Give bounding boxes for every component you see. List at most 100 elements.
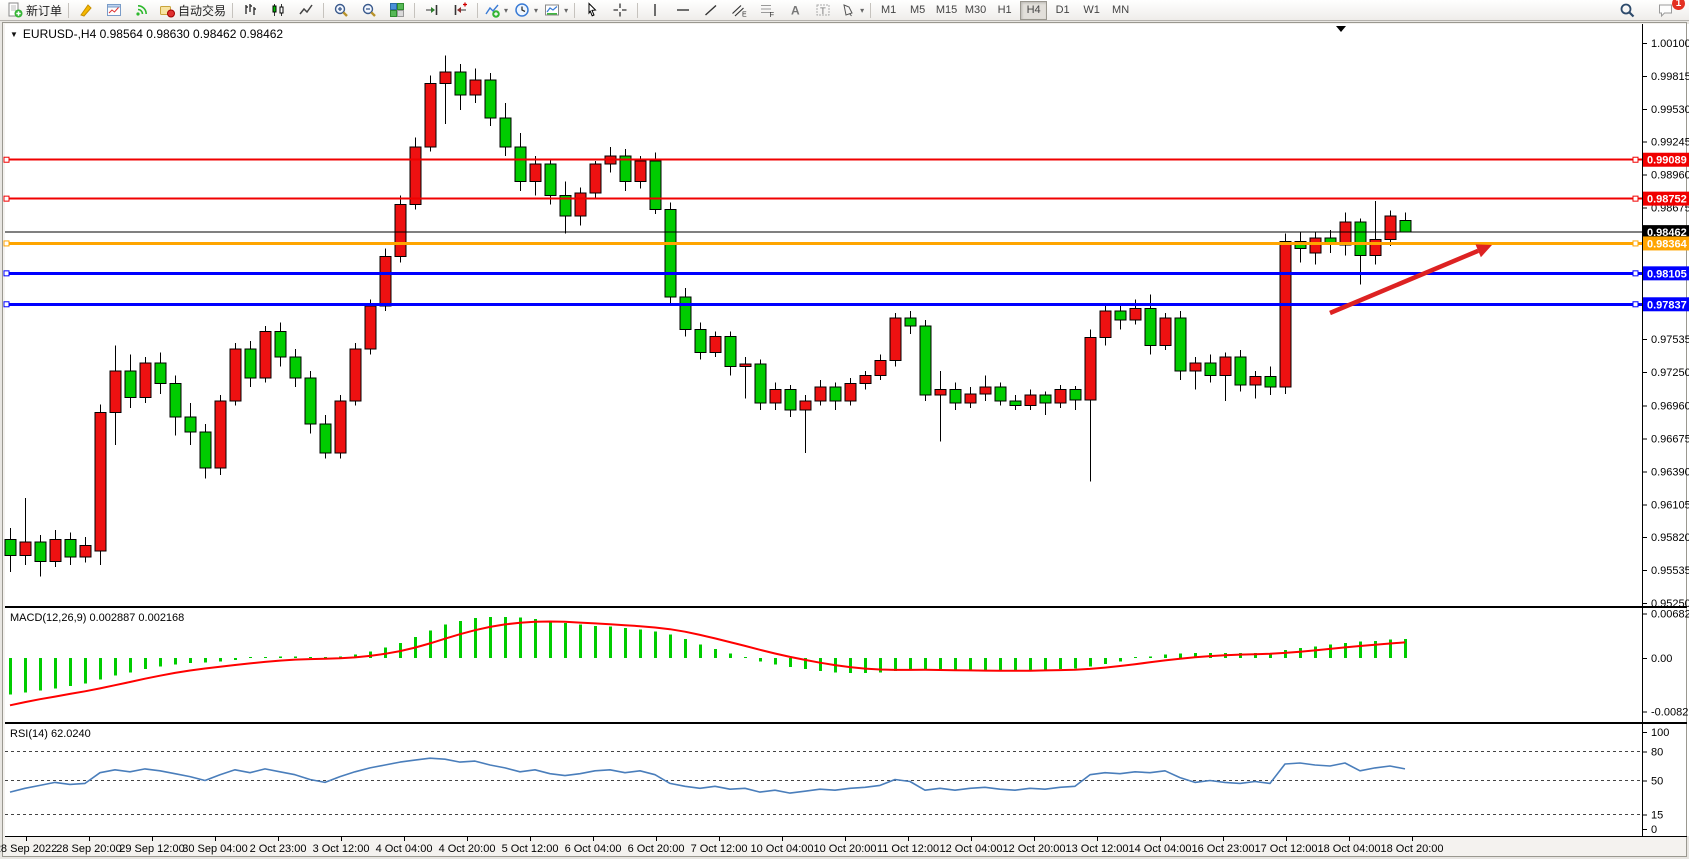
timeframe-MN[interactable]: MN [1107,1,1134,20]
horizontal-line-button[interactable] [669,0,697,21]
candle-body [275,332,286,357]
candle-body [530,164,541,181]
candle-body [755,364,766,403]
candle-body [290,357,301,378]
timeframe-M15[interactable]: M15 [933,1,960,20]
candle-body [1055,389,1066,403]
templates-button[interactable]: ▾ [541,0,571,21]
zoom-in-icon [333,2,349,18]
text-button[interactable]: A [781,0,809,21]
line-anchor[interactable] [1633,302,1638,307]
chart-shift-icon [452,2,468,18]
candle-body [425,83,436,147]
text-label-icon: T [815,2,831,18]
signals-icon [134,2,150,18]
tile-windows-button[interactable] [383,0,411,21]
time-axis-label: 28 Sep 2022 [0,843,57,855]
candle-body [50,539,61,561]
candle-body [590,164,601,193]
timeframe-M1[interactable]: M1 [875,1,902,20]
shapes-button[interactable]: ▾ [837,0,867,21]
candle-body [95,412,106,551]
crosshair-button[interactable] [606,0,634,21]
line-anchor[interactable] [4,302,9,307]
fibonacci-icon: F [759,2,775,18]
candle-body [335,401,346,453]
indicators-button[interactable]: ▾ [481,0,511,21]
trendline-button[interactable] [697,0,725,21]
timeframe-M5[interactable]: M5 [904,1,931,20]
signals-button[interactable] [128,0,156,21]
candle-body [515,147,526,182]
zoom-out-button[interactable] [355,0,383,21]
line-anchor[interactable] [4,196,9,201]
cursor-button[interactable] [578,0,606,21]
styler-button[interactable] [72,0,100,21]
price-axis-label: 0.99245 [1651,137,1689,149]
chevron-down-icon[interactable]: ▾ [860,6,864,15]
autotrade-button[interactable]: 自动交易 [156,0,229,21]
candle-body [260,332,271,378]
chevron-down-icon[interactable]: ▾ [504,6,508,15]
rsi-axis-label: 50 [1651,776,1663,788]
time-axis-label: 6 Oct 04:00 [565,843,622,855]
line-anchor[interactable] [1633,271,1638,276]
rsi-axis-label: 15 [1651,809,1663,821]
new-order-button[interactable]: 新订单 [4,0,65,21]
main-chart-panel[interactable] [5,24,1642,606]
timeframe-H1[interactable]: H1 [991,1,1018,20]
candle-body [20,542,31,556]
candle-body [665,209,676,297]
search-icon[interactable] [1613,0,1641,21]
line-anchor[interactable] [1633,241,1638,246]
notifications-icon[interactable]: 1 [1651,0,1679,21]
candlestick-button[interactable] [264,0,292,21]
macd-indicator-label: MACD(12,26,9) 0.002887 0.002168 [10,612,184,624]
fibonacci-button[interactable]: F [753,0,781,21]
rsi-axis-label: 100 [1651,727,1669,739]
time-axis-label: 13 Oct 12:00 [1066,843,1129,855]
candle-body [125,371,136,398]
line-anchor[interactable] [1633,196,1638,201]
candle-body [1070,389,1081,399]
price-axis-label: 0.96960 [1651,401,1689,413]
candle-body [245,349,256,378]
bar-chart-button[interactable] [236,0,264,21]
candle-body [1130,309,1141,321]
timeframe-H4[interactable]: H4 [1020,1,1047,20]
line-chart-icon [298,2,314,18]
shapes-icon [840,2,856,18]
text-label-button[interactable]: T [809,0,837,21]
time-axis-label: 29 Sep 12:00 [119,843,184,855]
candle-body [575,193,586,216]
auto-scroll-button[interactable] [418,0,446,21]
time-axis-label: 7 Oct 12:00 [691,843,748,855]
candle-body [830,387,841,401]
chart-shift-button[interactable] [446,0,474,21]
chart-canvas[interactable]: 1.001000.998150.995300.992450.989600.986… [0,0,1689,859]
bar-chart-icon [242,2,258,18]
styler-icon [78,2,94,18]
chart-menu-arrow-icon[interactable]: ▼ [10,30,18,39]
candle-body [710,336,721,352]
line-chart-button[interactable] [292,0,320,21]
line-anchor[interactable] [4,157,9,162]
candle-body [740,364,751,366]
line-anchor[interactable] [1633,157,1638,162]
charts-window-button[interactable] [100,0,128,21]
vertical-line-button[interactable] [641,0,669,21]
timeframe-D1[interactable]: D1 [1049,1,1076,20]
zoom-in-button[interactable] [327,0,355,21]
chevron-down-icon[interactable]: ▾ [564,6,568,15]
line-anchor[interactable] [4,241,9,246]
chevron-down-icon[interactable]: ▾ [534,6,538,15]
timeframe-M30[interactable]: M30 [962,1,989,20]
chart-title: ▼EURUSD-,H4 0.98564 0.98630 0.98462 0.98… [10,27,283,41]
channel-button[interactable]: E [725,0,753,21]
autotrade-icon [159,2,175,18]
macd-panel[interactable] [5,608,1642,722]
candle-body [1280,242,1291,387]
line-anchor[interactable] [4,271,9,276]
timeframe-W1[interactable]: W1 [1078,1,1105,20]
periods-button[interactable]: ▾ [511,0,541,21]
